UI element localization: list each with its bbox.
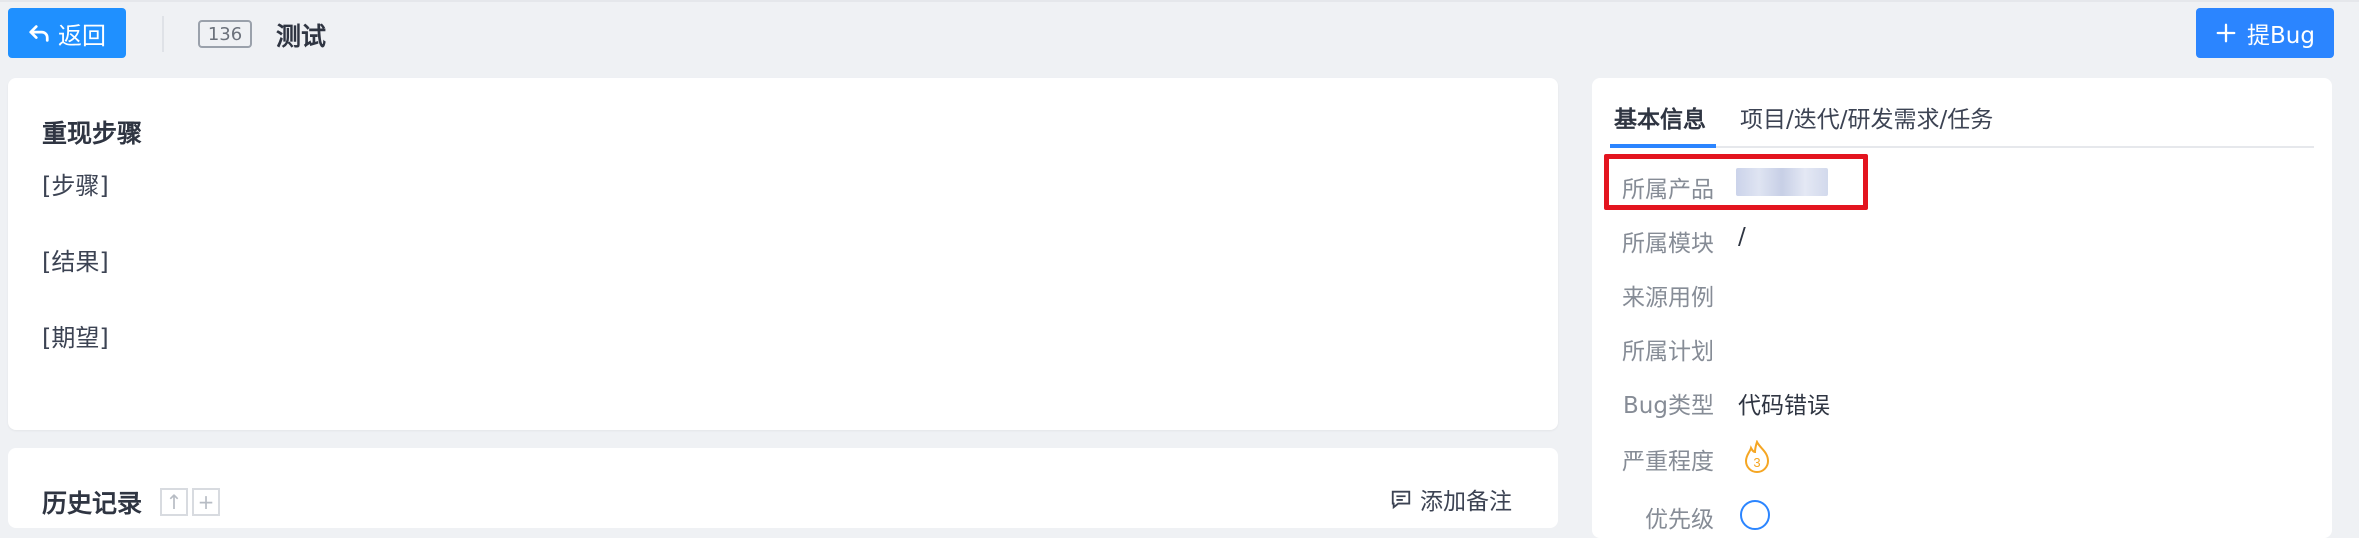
expected-line: [期望] [42,324,109,352]
severity-level: 3 [1753,455,1760,470]
priority-indicator [1740,500,1770,530]
field-label-module: 所属模块 [1622,231,1714,257]
basic-info-panel: 基本信息 项目/迭代/研发需求/任务 所属产品 所属模块 / 来源用例 所属计划… [1592,78,2332,538]
steps-line: [步骤] [42,172,109,200]
active-tab-indicator [1610,144,1716,148]
top-toolbar: 返回 136 测试 提Bug [0,0,2359,66]
page-title: 测试 [276,22,327,51]
field-label-priority: 优先级 [1645,507,1714,533]
severity-flame-icon: 3 [1744,440,1770,473]
add-bug-label: 提Bug [2247,23,2315,49]
field-value-module: / [1738,224,1746,250]
repro-steps-card: 重现步骤 [步骤] [结果] [期望] [8,78,1558,430]
tab-project-iteration[interactable]: 项目/迭代/研发需求/任务 [1740,100,1993,134]
toolbar-divider [162,16,164,52]
back-button-label: 返回 [58,21,106,50]
tab-basic-info[interactable]: 基本信息 [1614,100,1706,134]
plus-icon [2216,23,2236,43]
add-bug-button[interactable]: 提Bug [2196,8,2334,58]
back-button[interactable]: 返回 [8,8,126,58]
expand-plus-icon[interactable]: + [192,488,220,516]
field-label-bug-type: Bug类型 [1623,393,1714,419]
repro-steps-title: 重现步骤 [42,119,143,148]
history-card: 历史记录 ↑ + 添加备注 [8,448,1558,528]
field-label-severity: 严重程度 [1622,449,1714,475]
field-value-bug-type: 代码错误 [1738,393,1830,419]
add-note-button[interactable]: 添加备注 [1390,482,1512,516]
field-label-source-case: 来源用例 [1622,285,1714,311]
back-arrow-icon [29,25,49,42]
info-tabs: 基本信息 项目/迭代/研发需求/任务 [1610,78,2314,148]
add-note-label: 添加备注 [1420,489,1512,515]
history-title: 历史记录 [42,489,143,518]
comment-icon [1391,490,1411,510]
field-label-plan: 所属计划 [1622,339,1714,365]
arrow-up-icon[interactable]: ↑ [160,488,188,516]
highlight-box [1604,154,1868,210]
bug-id-badge: 136 [198,20,252,48]
result-line: [结果] [42,248,109,276]
